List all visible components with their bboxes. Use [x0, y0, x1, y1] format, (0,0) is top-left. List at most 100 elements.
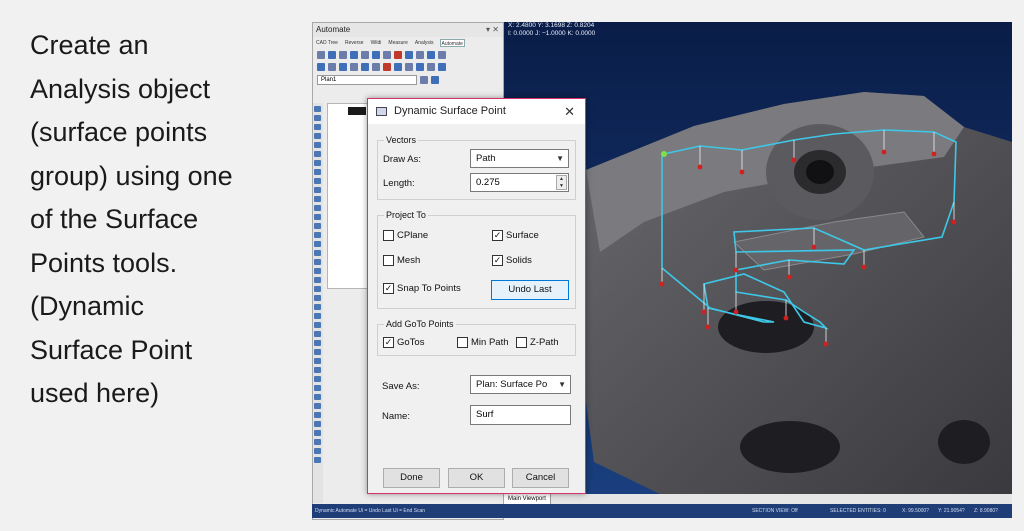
toolbar-icon[interactable]: [314, 169, 321, 175]
plan-select[interactable]: Plan1: [317, 74, 417, 85]
tab-main-viewport[interactable]: Main Viewport: [504, 494, 551, 504]
checkbox-box: [516, 337, 527, 348]
toolbar-icon[interactable]: [314, 349, 321, 355]
plan-icon[interactable]: [420, 75, 428, 84]
coords-xyz: X: 2.4800 Y: 3.1698 Z: 0.8204: [508, 22, 595, 29]
spinner-icon[interactable]: ▲ ▼: [556, 175, 567, 190]
toolbar-icon[interactable]: [394, 51, 402, 59]
toolbar-icon[interactable]: [314, 187, 321, 193]
done-button[interactable]: Done: [383, 468, 440, 488]
snap-to-points-checkbox[interactable]: ✓ Snap To Points: [383, 283, 461, 294]
toolbar-icon[interactable]: [314, 214, 321, 220]
cplane-checkbox[interactable]: CPlane: [383, 230, 428, 241]
toolbar-icon[interactable]: [314, 403, 321, 409]
toolbar-icon[interactable]: [314, 232, 321, 238]
toolbar-icon[interactable]: [314, 376, 321, 382]
toolbar-icon[interactable]: [317, 63, 325, 71]
tab-cad-tree[interactable]: CAD Tree: [315, 39, 339, 47]
toolbar-icon[interactable]: [317, 51, 325, 59]
toolbar-icon[interactable]: [314, 358, 321, 364]
mesh-checkbox[interactable]: Mesh: [383, 255, 420, 266]
toolbar-icon[interactable]: [314, 160, 321, 166]
undo-last-button[interactable]: Undo Last: [491, 280, 569, 300]
toolbar-icon[interactable]: [314, 205, 321, 211]
toolbar-icon[interactable]: [383, 51, 391, 59]
toolbar-icon[interactable]: [372, 63, 380, 71]
toolbar-icon[interactable]: [314, 340, 321, 346]
toolbar-icon[interactable]: [361, 63, 369, 71]
toolbar-icon[interactable]: [314, 133, 321, 139]
toolbar-icon[interactable]: [314, 196, 321, 202]
save-as-select[interactable]: Plan: Surface Po ▼: [470, 375, 571, 394]
toolbar-icon[interactable]: [314, 250, 321, 256]
cancel-button[interactable]: Cancel: [512, 468, 569, 488]
plan-icon[interactable]: [431, 75, 439, 84]
toolbar-icon[interactable]: [427, 63, 435, 71]
toolbar-icon[interactable]: [314, 313, 321, 319]
surface-checkbox[interactable]: ✓ Surface: [492, 230, 539, 241]
toolbar-icon[interactable]: [314, 124, 321, 130]
toolbar-icon[interactable]: [314, 286, 321, 292]
solids-label: Solids: [506, 255, 532, 266]
toolbar-icon[interactable]: [383, 63, 391, 71]
toolbar-icon[interactable]: [328, 51, 336, 59]
toolbar-icon[interactable]: [314, 115, 321, 121]
toolbar-icon[interactable]: [314, 394, 321, 400]
toolbar-icon[interactable]: [314, 268, 321, 274]
min-path-checkbox[interactable]: Min Path: [457, 337, 509, 348]
status-hint: Dynamic Automate Ui = Undo Last Ui = End…: [315, 508, 426, 514]
toolbar-icon[interactable]: [314, 412, 321, 418]
toolbar-icon[interactable]: [314, 430, 321, 436]
toolbar-icon[interactable]: [438, 51, 446, 59]
toolbar-icon[interactable]: [394, 63, 402, 71]
panel-window-controls[interactable]: ▾ ✕: [486, 23, 499, 37]
toolbar-icon[interactable]: [438, 63, 446, 71]
close-icon[interactable]: ✕: [564, 99, 575, 124]
gotos-checkbox[interactable]: ✓ GoTos: [383, 337, 424, 348]
toolbar-icon[interactable]: [314, 385, 321, 391]
tab-analysis[interactable]: Analysis: [414, 39, 435, 47]
tab-measure[interactable]: Measure: [387, 39, 408, 47]
draw-as-select[interactable]: Path ▼: [470, 149, 569, 168]
toolbar-icon[interactable]: [314, 304, 321, 310]
name-field[interactable]: Surf: [470, 405, 571, 425]
toolbar-icon[interactable]: [314, 457, 321, 463]
toolbar-icon[interactable]: [314, 331, 321, 337]
toolbar-icon[interactable]: [416, 63, 424, 71]
toolbar-icon[interactable]: [314, 322, 321, 328]
toolbar-icon[interactable]: [405, 63, 413, 71]
toolbar-icon[interactable]: [314, 178, 321, 184]
tab-wildi[interactable]: Wildi: [370, 39, 383, 47]
toolbar-icon[interactable]: [427, 51, 435, 59]
toolbar-icon[interactable]: [339, 51, 347, 59]
toolbar-icon[interactable]: [416, 51, 424, 59]
toolbar-icon[interactable]: [314, 421, 321, 427]
toolbar-icon[interactable]: [314, 367, 321, 373]
tab-reverse[interactable]: Reverse: [344, 39, 365, 47]
toolbar-icon[interactable]: [314, 223, 321, 229]
toolbar-icon[interactable]: [314, 241, 321, 247]
toolbar-icon[interactable]: [372, 51, 380, 59]
toolbar-icon[interactable]: [314, 259, 321, 265]
toolbar-icon[interactable]: [328, 63, 336, 71]
toolbar-icon[interactable]: [314, 142, 321, 148]
length-stepper[interactable]: 0.275 ▲ ▼: [470, 173, 569, 192]
toolbar-icon[interactable]: [314, 295, 321, 301]
z-path-checkbox[interactable]: Z-Path: [516, 337, 559, 348]
toolbar-icon[interactable]: [339, 63, 347, 71]
toolbar-icon[interactable]: [361, 51, 369, 59]
tab-automate[interactable]: Automate: [439, 39, 465, 47]
toolbar-icon[interactable]: [314, 448, 321, 454]
toolbar-icon[interactable]: [314, 151, 321, 157]
toolbar-icon[interactable]: [314, 439, 321, 445]
solids-checkbox[interactable]: ✓ Solids: [492, 255, 532, 266]
ok-button[interactable]: OK: [448, 468, 505, 488]
toolbar-icon[interactable]: [314, 106, 321, 112]
tree-item-selected[interactable]: [348, 107, 366, 115]
toolbar-icon[interactable]: [350, 51, 358, 59]
toolbar-icon[interactable]: [405, 51, 413, 59]
dialog-title-bar[interactable]: Dynamic Surface Point ✕: [368, 99, 585, 124]
toolbar-icon[interactable]: [314, 277, 321, 283]
toolbar-icon[interactable]: [350, 63, 358, 71]
status-section-view: SECTION VIEW: Off: [752, 508, 798, 514]
